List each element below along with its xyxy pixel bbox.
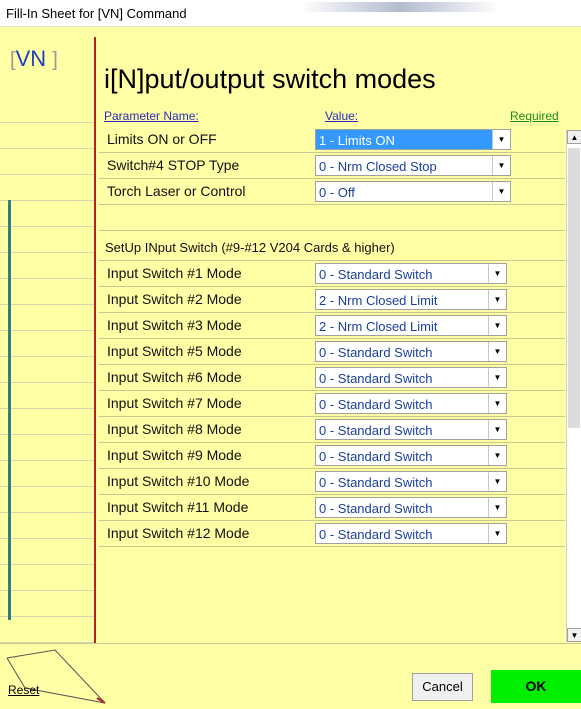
param-row: Input Switch #2 Mode 2 - Nrm Closed Limi… <box>99 287 565 313</box>
chevron-down-icon[interactable]: ▼ <box>488 342 506 361</box>
param-row: Input Switch #8 Mode 0 - Standard Switch… <box>99 417 565 443</box>
command-code: VN <box>15 46 47 71</box>
param-row: Input Switch #7 Mode 0 - Standard Switch… <box>99 391 565 417</box>
param-label: Input Switch #9 Mode <box>107 447 242 463</box>
param-label: Input Switch #8 Mode <box>107 421 242 437</box>
dropdown-value: 0 - Standard Switch <box>319 475 433 490</box>
dropdown-value: 0 - Nrm Closed Stop <box>319 159 437 174</box>
param-label: Input Switch #6 Mode <box>107 369 242 385</box>
value-dropdown[interactable]: 2 - Nrm Closed Limit ▼ <box>315 289 507 310</box>
column-header-name: Parameter Name: <box>104 109 199 123</box>
value-dropdown[interactable]: 0 - Standard Switch ▼ <box>315 497 507 518</box>
param-label: Input Switch #3 Mode <box>107 317 242 333</box>
dropdown-value: 2 - Nrm Closed Limit <box>319 319 438 334</box>
chevron-down-icon[interactable]: ▼ <box>492 156 510 175</box>
param-label: Input Switch #1 Mode <box>107 265 242 281</box>
chevron-down-icon[interactable]: ▼ <box>488 420 506 439</box>
chevron-down-icon[interactable]: ▼ <box>492 182 510 201</box>
section-title: SetUp INput Switch (#9-#12 V204 Cards & … <box>105 240 395 255</box>
chevron-down-icon[interactable]: ▼ <box>488 316 506 335</box>
dropdown-value: 1 - Limits ON <box>319 133 395 148</box>
left-accent-bar <box>8 200 11 620</box>
value-dropdown[interactable]: 0 - Standard Switch ▼ <box>315 341 507 362</box>
vertical-scrollbar[interactable]: ▲ ▼ <box>566 130 581 642</box>
param-row: Input Switch #3 Mode 2 - Nrm Closed Limi… <box>99 313 565 339</box>
chevron-down-icon[interactable]: ▼ <box>488 290 506 309</box>
param-label: Limits ON or OFF <box>107 131 217 147</box>
dropdown-value: 0 - Off <box>319 185 355 200</box>
chevron-down-icon[interactable]: ▼ <box>488 394 506 413</box>
chevron-down-icon[interactable]: ▼ <box>488 446 506 465</box>
param-row: Input Switch #6 Mode 0 - Standard Switch… <box>99 365 565 391</box>
param-row: Input Switch #12 Mode 0 - Standard Switc… <box>99 521 565 547</box>
param-row: Torch Laser or Control 0 - Off ▼ <box>99 179 565 205</box>
param-label: Input Switch #12 Mode <box>107 525 250 541</box>
param-row: Input Switch #1 Mode 0 - Standard Switch… <box>99 261 565 287</box>
value-dropdown[interactable]: 0 - Standard Switch ▼ <box>315 367 507 388</box>
title-blur-decoration <box>300 2 500 12</box>
chevron-down-icon[interactable]: ▼ <box>492 130 510 149</box>
param-row: Input Switch #5 Mode 0 - Standard Switch… <box>99 339 565 365</box>
dropdown-value: 0 - Standard Switch <box>319 449 433 464</box>
margin-divider <box>94 37 96 708</box>
value-dropdown[interactable]: 0 - Off ▼ <box>315 181 511 202</box>
column-header-value: Value: <box>325 109 359 123</box>
param-row: Switch#4 STOP Type 0 - Nrm Closed Stop ▼ <box>99 153 565 179</box>
value-dropdown[interactable]: 1 - Limits ON ▼ <box>315 129 511 150</box>
chevron-down-icon[interactable]: ▼ <box>488 472 506 491</box>
param-row: Input Switch #10 Mode 0 - Standard Switc… <box>99 469 565 495</box>
param-label: Input Switch #10 Mode <box>107 473 250 489</box>
scroll-thumb[interactable] <box>568 148 580 428</box>
value-dropdown[interactable]: 0 - Standard Switch ▼ <box>315 419 507 440</box>
blank-row <box>99 205 565 231</box>
ok-button[interactable]: OK <box>491 670 581 703</box>
window-title-bar: Fill-In Sheet for [VN] Command <box>0 0 581 27</box>
dropdown-value: 0 - Standard Switch <box>319 267 433 282</box>
dropdown-value: 0 - Standard Switch <box>319 423 433 438</box>
dropdown-value: 0 - Standard Switch <box>319 345 433 360</box>
left-column <box>0 27 96 708</box>
param-row: Input Switch #11 Mode 0 - Standard Switc… <box>99 495 565 521</box>
reset-button[interactable]: Reset <box>8 683 39 697</box>
chevron-down-icon[interactable]: ▼ <box>488 368 506 387</box>
param-row: Limits ON or OFF 1 - Limits ON ▼ <box>99 127 565 153</box>
param-label: Switch#4 STOP Type <box>107 157 240 173</box>
scroll-up-icon[interactable]: ▲ <box>567 130 581 144</box>
value-dropdown[interactable]: 0 - Standard Switch ▼ <box>315 471 507 492</box>
command-tag: [VN ] <box>10 46 58 72</box>
value-dropdown[interactable]: 0 - Standard Switch ▼ <box>315 263 507 284</box>
chevron-down-icon[interactable]: ▼ <box>488 498 506 517</box>
value-dropdown[interactable]: 0 - Standard Switch ▼ <box>315 523 507 544</box>
dropdown-value: 2 - Nrm Closed Limit <box>319 293 438 308</box>
scroll-down-icon[interactable]: ▼ <box>567 628 581 642</box>
dropdown-value: 0 - Standard Switch <box>319 371 433 386</box>
value-dropdown[interactable]: 2 - Nrm Closed Limit ▼ <box>315 315 507 336</box>
dropdown-value: 0 - Standard Switch <box>319 527 433 542</box>
page-curl-icon <box>6 649 106 704</box>
param-label: Torch Laser or Control <box>107 183 246 199</box>
column-header-required: Required <box>510 109 559 123</box>
parameter-grid: Limits ON or OFF 1 - Limits ON ▼ Switch#… <box>99 127 565 643</box>
chevron-down-icon[interactable]: ▼ <box>488 264 506 283</box>
dropdown-value: 0 - Standard Switch <box>319 501 433 516</box>
value-dropdown[interactable]: 0 - Nrm Closed Stop ▼ <box>315 155 511 176</box>
cancel-button[interactable]: Cancel <box>412 673 473 701</box>
close-bracket: ] <box>52 49 58 71</box>
window-title: Fill-In Sheet for [VN] Command <box>6 6 187 21</box>
page-title: i[N]put/output switch modes <box>104 64 436 94</box>
param-label: Input Switch #11 Mode <box>107 499 249 515</box>
param-label: Input Switch #2 Mode <box>107 291 242 307</box>
value-dropdown[interactable]: 0 - Standard Switch ▼ <box>315 445 507 466</box>
param-label: Input Switch #5 Mode <box>107 343 242 359</box>
param-label: Input Switch #7 Mode <box>107 395 242 411</box>
chevron-down-icon[interactable]: ▼ <box>488 524 506 543</box>
dropdown-value: 0 - Standard Switch <box>319 397 433 412</box>
param-row: Input Switch #9 Mode 0 - Standard Switch… <box>99 443 565 469</box>
section-row: SetUp INput Switch (#9-#12 V204 Cards & … <box>99 231 565 261</box>
value-dropdown[interactable]: 0 - Standard Switch ▼ <box>315 393 507 414</box>
